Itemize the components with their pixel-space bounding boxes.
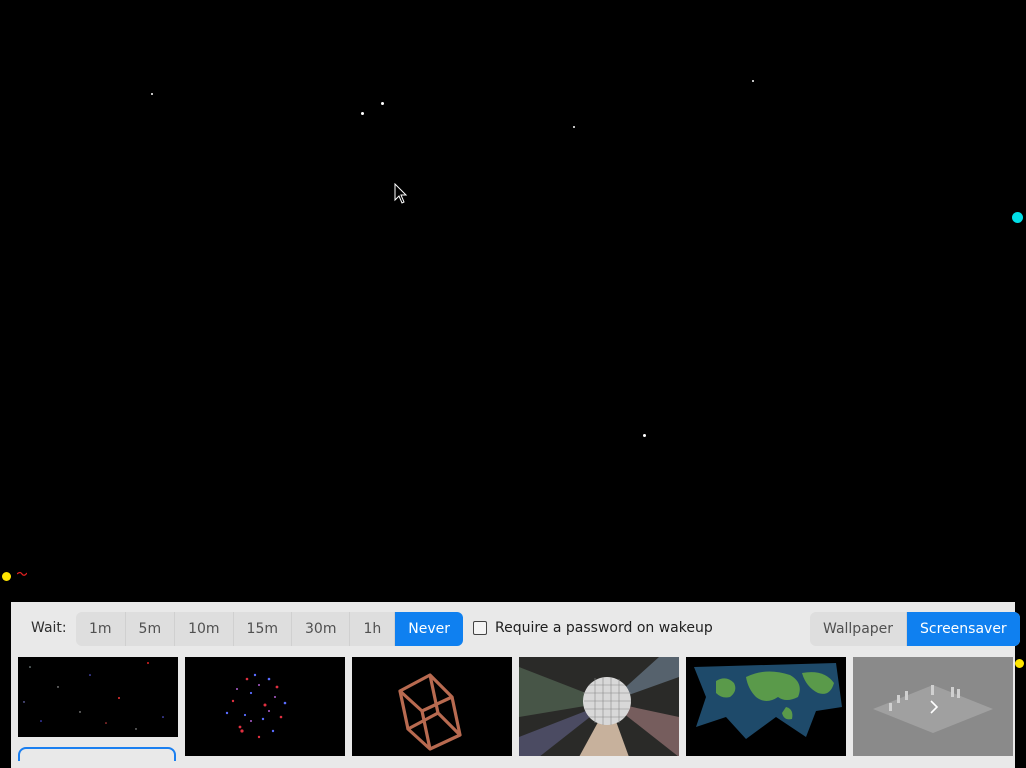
mode-option-wallpaper[interactable]: Wallpaper (810, 612, 908, 646)
red-squiggle-icon (17, 571, 27, 576)
wait-option-15m[interactable]: 15m (234, 612, 292, 646)
star (752, 80, 754, 82)
chess-board-thumbnail (853, 657, 1013, 757)
world-map-thumbnail (686, 657, 846, 757)
yellow-dot (2, 572, 11, 581)
mode-segmented-control: Wallpaper Screensaver (810, 612, 1020, 646)
wait-option-never[interactable]: Never (395, 612, 463, 646)
particles-sphere-thumbnail (185, 657, 345, 757)
mouse-cursor-icon (394, 183, 408, 204)
starfield-thumbnail (18, 657, 178, 737)
wire-cube-thumbnail (352, 657, 512, 757)
disco-ball-thumbnail (519, 657, 679, 757)
screensaver-settings-panel: Wait: 1m 5m 10m 15m 30m 1h Never Require… (11, 602, 1020, 768)
star (573, 126, 575, 128)
thumbnail-disco-ball[interactable] (519, 657, 679, 757)
require-password-checkbox[interactable] (473, 621, 487, 635)
wait-segmented-control: 1m 5m 10m 15m 30m 1h Never (76, 612, 463, 646)
require-password-option[interactable]: Require a password on wakeup (473, 620, 713, 636)
cyan-dot (1012, 212, 1023, 223)
thumbnail-chess[interactable] (853, 657, 1013, 757)
screensaver-preview (0, 0, 1026, 668)
star (381, 102, 384, 105)
selected-thumbnail-indicator (18, 747, 176, 761)
star (361, 112, 364, 115)
wait-option-1m[interactable]: 1m (76, 612, 126, 646)
require-password-label: Require a password on wakeup (495, 620, 713, 636)
star (643, 434, 646, 437)
thumbnail-cube[interactable] (352, 657, 512, 757)
wait-label: Wait: (31, 620, 67, 636)
mode-option-screensaver[interactable]: Screensaver (907, 612, 1020, 646)
star (151, 93, 153, 95)
wait-option-10m[interactable]: 10m (175, 612, 234, 646)
thumbnail-particles[interactable] (185, 657, 345, 757)
wait-option-5m[interactable]: 5m (126, 612, 176, 646)
thumbnail-world-map[interactable] (686, 657, 846, 757)
wait-option-1h[interactable]: 1h (350, 612, 396, 646)
wait-option-30m[interactable]: 30m (292, 612, 351, 646)
screensaver-thumbnails (18, 657, 1018, 757)
thumbnail-starfield[interactable] (18, 657, 178, 737)
